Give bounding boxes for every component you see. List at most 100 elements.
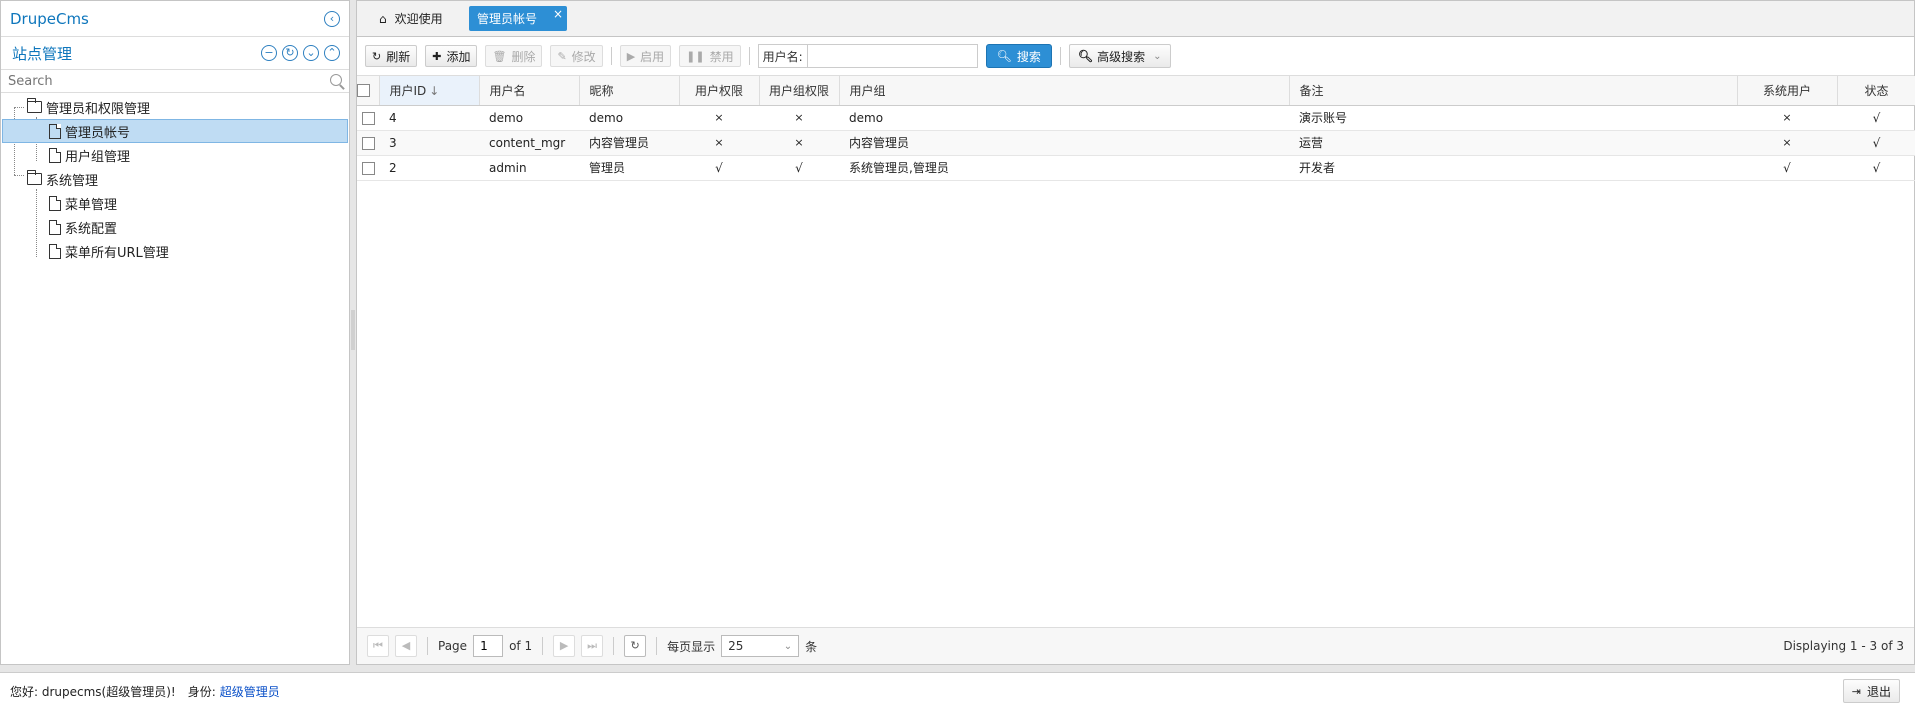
row-select-cell: [357, 130, 379, 156]
search-label: 搜索: [1016, 49, 1041, 64]
username-search: 用户名:: [757, 44, 978, 68]
col-header-groups[interactable]: 用户组: [839, 76, 1290, 106]
file-icon: [49, 147, 61, 163]
tree-node-system[interactable]: 系统管理: [1, 167, 349, 191]
logout-button[interactable]: ⇥ 退出: [1842, 679, 1900, 703]
app-header: DrupeCms ‹: [1, 1, 349, 37]
select-all-cell: [357, 76, 380, 106]
cell-username: admin: [479, 155, 579, 181]
logout-icon: ⇥: [1851, 684, 1861, 698]
tree-search-input[interactable]: [8, 71, 328, 91]
col-header-id[interactable]: 用户ID ↓: [379, 76, 480, 106]
disable-label: 禁用: [709, 49, 734, 64]
col-header-user-perm[interactable]: 用户权限: [679, 76, 760, 106]
edit-button[interactable]: ✎ 修改: [550, 45, 603, 67]
pause-icon: ❚❚: [686, 49, 705, 63]
add-button[interactable]: ✚ 添加: [425, 45, 478, 67]
tree-node-label: 系统配置: [65, 221, 118, 237]
center-panel: ⌂ 欢迎使用 管理员帐号 × ↻ 刷新 ✚ 添加 🗑 删除 ✎ 修改 ▶ 启用 ❚❚ 禁用 …: [356, 0, 1915, 665]
table-row[interactable]: 3 content_mgr 内容管理员 × × 内容管理员 运营 × √: [357, 130, 1915, 156]
prev-page-button[interactable]: ◀: [395, 635, 417, 657]
tab-home[interactable]: ⌂ 欢迎使用: [371, 6, 451, 31]
col-header-remark[interactable]: 备注: [1289, 76, 1738, 106]
row-checkbox[interactable]: [361, 161, 375, 175]
page-label: Page: [438, 639, 468, 653]
cell-groups: demo: [839, 105, 1289, 131]
collapse-all-icon[interactable]: ⌃: [324, 45, 340, 61]
plus-icon: ✚: [432, 49, 442, 63]
tree-node-group-mgr[interactable]: 用户组管理: [1, 143, 349, 167]
col-header-group-perm[interactable]: 用户组权限: [759, 76, 840, 106]
next-page-button[interactable]: ▶: [553, 635, 576, 657]
advanced-search-button[interactable]: 🔍︎ 高级搜索 ⌄: [1068, 44, 1171, 68]
file-icon: [49, 219, 61, 235]
refresh-label: 刷新: [386, 49, 411, 64]
tree-node-sys-config[interactable]: 系统配置: [1, 215, 349, 239]
tab-home-label: 欢迎使用: [394, 12, 443, 26]
enable-label: 启用: [640, 49, 665, 64]
col-id-label: 用户ID: [389, 83, 427, 98]
role-value[interactable]: 超级管理员: [220, 683, 280, 700]
site-header: 站点管理 − ↻ ⌄ ⌃: [1, 37, 349, 70]
cell-group-perm: ×: [759, 130, 839, 156]
page-size-value: 25: [728, 639, 744, 653]
grid-header-row: 用户ID ↓ 用户名 昵称 用户权限 用户组权限 用户组 备注 系统用户 状态: [357, 76, 1915, 106]
tree-node-admin-account[interactable]: 管理员帐号: [2, 119, 348, 143]
pager-separator: [427, 637, 428, 655]
tree-node-label: 菜单所有URL管理: [65, 245, 169, 261]
search-button[interactable]: 🔍︎ 搜索: [985, 44, 1052, 68]
cell-nickname: demo: [579, 105, 679, 131]
table-row[interactable]: 2 admin 管理员 √ √ 系统管理员,管理员 开发者 √ √: [357, 155, 1915, 181]
cell-user-perm: ×: [679, 130, 759, 156]
col-header-username[interactable]: 用户名: [479, 76, 580, 106]
collapse-left-icon[interactable]: ‹: [324, 10, 340, 27]
search-icon[interactable]: [328, 72, 346, 90]
close-icon[interactable]: ×: [553, 7, 563, 21]
pager-separator: [613, 637, 615, 655]
refresh-icon[interactable]: ↻: [282, 45, 298, 61]
disable-button[interactable]: ❚❚ 禁用: [679, 45, 741, 67]
row-checkbox[interactable]: [361, 136, 375, 150]
add-label: 添加: [446, 49, 471, 64]
cell-status: √: [1837, 155, 1915, 181]
col-header-nickname[interactable]: 昵称: [579, 76, 680, 106]
expand-all-icon[interactable]: ⌄: [303, 45, 319, 61]
cell-remark: 演示账号: [1289, 105, 1737, 131]
role-label: 身份:: [187, 684, 216, 699]
tab-admin-account[interactable]: 管理员帐号 ×: [469, 6, 567, 31]
tree-search: [1, 70, 349, 93]
table-row[interactable]: 4 demo demo × × demo 演示账号 × √: [357, 105, 1915, 131]
refresh-button[interactable]: ↻ 刷新: [365, 45, 418, 67]
cell-groups: 内容管理员: [839, 130, 1289, 156]
cell-status: √: [1837, 130, 1915, 156]
row-checkbox[interactable]: [361, 111, 375, 125]
enable-button[interactable]: ▶ 启用: [619, 45, 672, 67]
delete-button[interactable]: 🗑 删除: [485, 45, 543, 67]
tree-node-admin-perm[interactable]: 管理员和权限管理: [1, 95, 349, 119]
cell-group-perm: ×: [759, 105, 839, 131]
page-of-label: of 1: [509, 639, 533, 653]
first-page-button[interactable]: ⏮: [367, 635, 389, 657]
per-page-unit: 条: [805, 639, 818, 654]
minus-icon[interactable]: −: [261, 45, 277, 61]
toolbar-separator: [610, 47, 612, 65]
select-all-checkbox[interactable]: [357, 84, 370, 98]
tree-node-label: 管理员和权限管理: [46, 101, 151, 117]
search-icon: 🔍︎: [996, 49, 1012, 63]
reload-button[interactable]: ↻: [624, 635, 647, 657]
col-header-system-user[interactable]: 系统用户: [1737, 76, 1838, 106]
cell-user-perm: ×: [679, 105, 759, 131]
splitter-grip[interactable]: [351, 310, 355, 350]
tree-node-menu-url[interactable]: 菜单所有URL管理: [1, 239, 349, 263]
pager-separator: [542, 637, 544, 655]
col-header-status[interactable]: 状态: [1837, 76, 1915, 106]
page-number-input[interactable]: [473, 635, 504, 657]
toolbar-separator: [1059, 47, 1061, 65]
tree-node-menu-mgr[interactable]: 菜单管理: [1, 191, 349, 215]
username-input[interactable]: [806, 45, 977, 67]
cell-id: 2: [379, 155, 479, 181]
app-title: DrupeCms: [10, 9, 89, 28]
page-size-select[interactable]: 25 ⌄: [721, 635, 800, 657]
last-page-button[interactable]: ⏭: [581, 635, 604, 657]
cell-nickname: 内容管理员: [579, 130, 679, 156]
